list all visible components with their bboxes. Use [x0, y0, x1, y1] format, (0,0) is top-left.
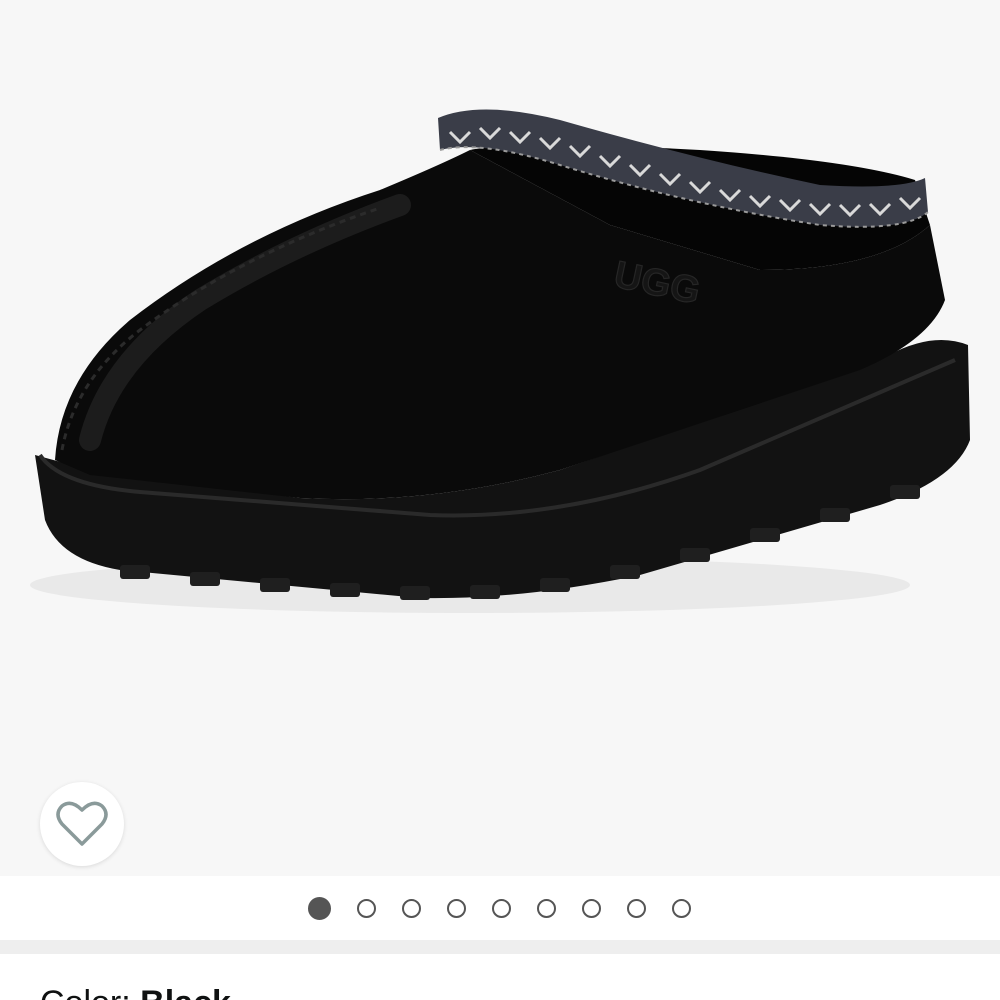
add-to-wishlist-button[interactable] [40, 782, 124, 866]
carousel-dots [307, 896, 691, 920]
carousel-dot-2[interactable] [356, 898, 376, 918]
carousel-dot-1[interactable] [307, 896, 331, 920]
color-value: Black [140, 984, 231, 1000]
product-image-gallery[interactable]: UGG [0, 0, 1000, 876]
carousel-dot-4[interactable] [446, 898, 466, 918]
product-page: UGG Color: Black [0, 0, 1000, 1000]
section-divider [0, 940, 1000, 954]
carousel-dot-9[interactable] [671, 898, 691, 918]
image-carousel-indicator [0, 876, 1000, 940]
heart-outline-icon [56, 801, 108, 846]
color-selection: Color: Black [40, 984, 231, 1000]
carousel-dot-6[interactable] [536, 898, 556, 918]
carousel-dot-7[interactable] [581, 898, 601, 918]
carousel-dot-5[interactable] [491, 898, 511, 918]
carousel-dot-3[interactable] [401, 898, 421, 918]
product-details: Color: Black [0, 954, 1000, 1000]
carousel-dot-8[interactable] [626, 898, 646, 918]
color-label: Color: [40, 984, 131, 1000]
product-image[interactable]: UGG [0, 0, 1000, 876]
